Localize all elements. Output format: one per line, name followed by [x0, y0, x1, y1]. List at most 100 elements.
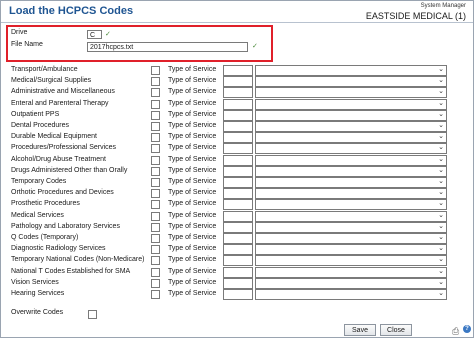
type-of-service-select[interactable]: ⌄: [255, 98, 447, 110]
type-of-service-code-input[interactable]: [223, 121, 253, 132]
service-include-checkbox[interactable]: [151, 66, 160, 75]
service-include-checkbox[interactable]: [151, 144, 160, 154]
type-of-service-code-input[interactable]: [223, 165, 253, 177]
service-category-label: Vision Services: [11, 278, 59, 286]
type-of-service-label: Type of Service: [168, 222, 217, 230]
service-include-checkbox[interactable]: [151, 99, 160, 109]
type-of-service-code-input[interactable]: [223, 98, 253, 110]
type-of-service-code-input[interactable]: [223, 76, 253, 88]
chevron-down-icon: ⌄: [438, 278, 444, 286]
type-of-service-select[interactable]: ⌄: [255, 154, 447, 166]
type-of-service-code-input[interactable]: [223, 233, 253, 244]
type-of-service-code-input[interactable]: [223, 255, 253, 267]
service-include-checkbox[interactable]: [151, 222, 160, 232]
help-icon[interactable]: ?: [463, 325, 471, 333]
type-of-service-select[interactable]: ⌄: [255, 76, 447, 88]
service-include-checkbox[interactable]: [151, 290, 160, 299]
type-of-service-select[interactable]: ⌄: [255, 188, 447, 200]
drive-field[interactable]: C: [87, 30, 102, 39]
type-of-service-select[interactable]: ⌄: [255, 210, 447, 222]
type-of-service-select[interactable]: ⌄: [255, 233, 447, 244]
service-row: Medical Services Type of Service ⌄: [1, 210, 473, 222]
service-include-checkbox[interactable]: [151, 245, 160, 255]
type-of-service-label: Type of Service: [168, 155, 217, 163]
type-of-service-code-input[interactable]: [223, 177, 253, 188]
type-of-service-code-input[interactable]: [223, 65, 253, 76]
service-include-checkbox[interactable]: [151, 88, 160, 98]
service-category-label: Drugs Administered Other than Orally: [11, 166, 128, 174]
chevron-down-icon: ⌄: [438, 245, 444, 253]
chevron-down-icon: ⌄: [438, 178, 444, 185]
dialog-window: Load the HCPCS Codes System Manager EAST…: [0, 0, 474, 338]
service-include-checkbox[interactable]: [151, 200, 160, 210]
type-of-service-code-input[interactable]: [223, 188, 253, 200]
service-include-checkbox[interactable]: [151, 77, 160, 87]
type-of-service-select[interactable]: ⌄: [255, 244, 447, 256]
type-of-service-select[interactable]: ⌄: [255, 109, 447, 121]
service-category-label: Transport/Ambulance: [11, 66, 78, 73]
type-of-service-select[interactable]: ⌄: [255, 132, 447, 144]
type-of-service-code-input[interactable]: [223, 154, 253, 166]
chevron-down-icon: ⌄: [438, 234, 444, 241]
type-of-service-select[interactable]: ⌄: [255, 221, 447, 233]
service-include-checkbox[interactable]: [151, 178, 160, 187]
type-of-service-select[interactable]: ⌄: [255, 121, 447, 132]
service-include-checkbox[interactable]: [151, 155, 160, 165]
type-of-service-code-input[interactable]: [223, 87, 253, 99]
service-include-checkbox[interactable]: [151, 189, 160, 199]
type-of-service-code-input[interactable]: [223, 266, 253, 278]
type-of-service-code-input[interactable]: [223, 277, 253, 289]
type-of-service-select[interactable]: ⌄: [255, 277, 447, 289]
chevron-down-icon: ⌄: [438, 267, 444, 275]
type-of-service-code-input[interactable]: [223, 221, 253, 233]
chevron-down-icon: ⌄: [438, 189, 444, 197]
type-of-service-select[interactable]: ⌄: [255, 65, 447, 76]
service-include-checkbox[interactable]: [151, 278, 160, 288]
type-of-service-select[interactable]: ⌄: [255, 87, 447, 99]
service-include-checkbox[interactable]: [151, 166, 160, 176]
service-category-label: Medical Services: [11, 211, 64, 219]
service-include-checkbox[interactable]: [151, 211, 160, 221]
printer-icon[interactable]: ⎙: [452, 326, 459, 337]
service-row: Orthotic Procedures and Devices Type of S…: [1, 188, 473, 200]
type-of-service-label: Type of Service: [168, 122, 217, 129]
service-category-label: Procedures/Professional Services: [11, 144, 117, 152]
type-of-service-code-input[interactable]: [223, 289, 253, 300]
service-category-label: Prosthetic Procedures: [11, 200, 80, 208]
service-include-checkbox[interactable]: [151, 133, 160, 143]
type-of-service-code-input[interactable]: [223, 244, 253, 256]
service-include-checkbox[interactable]: [151, 234, 160, 243]
service-category-label: Administrative and Miscellaneous: [11, 88, 115, 96]
type-of-service-select[interactable]: ⌄: [255, 266, 447, 278]
type-of-service-code-input[interactable]: [223, 199, 253, 211]
type-of-service-select[interactable]: ⌄: [255, 289, 447, 300]
overwrite-codes-checkbox[interactable]: [88, 310, 97, 319]
service-category-label: Orthotic Procedures and Devices: [11, 189, 114, 197]
type-of-service-select[interactable]: ⌄: [255, 143, 447, 155]
type-of-service-code-input[interactable]: [223, 210, 253, 222]
type-of-service-label: Type of Service: [168, 77, 217, 85]
type-of-service-label: Type of Service: [168, 211, 217, 219]
service-category-label: Temporary National Codes (Non-Medicare): [11, 256, 145, 264]
type-of-service-code-input[interactable]: [223, 143, 253, 155]
type-of-service-label: Type of Service: [168, 200, 217, 208]
type-of-service-code-input[interactable]: [223, 132, 253, 144]
close-button[interactable]: Close: [380, 324, 412, 336]
file-name-field[interactable]: 2017hcpcs.txt: [87, 42, 248, 52]
type-of-service-select[interactable]: ⌄: [255, 199, 447, 211]
service-include-checkbox[interactable]: [151, 256, 160, 266]
type-of-service-select[interactable]: ⌄: [255, 177, 447, 188]
service-include-checkbox[interactable]: [151, 122, 160, 131]
chevron-down-icon: ⌄: [438, 99, 444, 107]
service-row: Vision Services Type of Service ⌄: [1, 277, 473, 289]
chevron-down-icon: ⌄: [438, 211, 444, 219]
type-of-service-label: Type of Service: [168, 278, 217, 286]
page-title: Load the HCPCS Codes: [9, 5, 134, 17]
service-include-checkbox[interactable]: [151, 110, 160, 120]
save-button[interactable]: Save: [344, 324, 376, 336]
type-of-service-select[interactable]: ⌄: [255, 165, 447, 177]
service-include-checkbox[interactable]: [151, 267, 160, 277]
service-row: Hearing Services Type of Service ⌄: [1, 289, 473, 300]
type-of-service-select[interactable]: ⌄: [255, 255, 447, 267]
type-of-service-code-input[interactable]: [223, 109, 253, 121]
